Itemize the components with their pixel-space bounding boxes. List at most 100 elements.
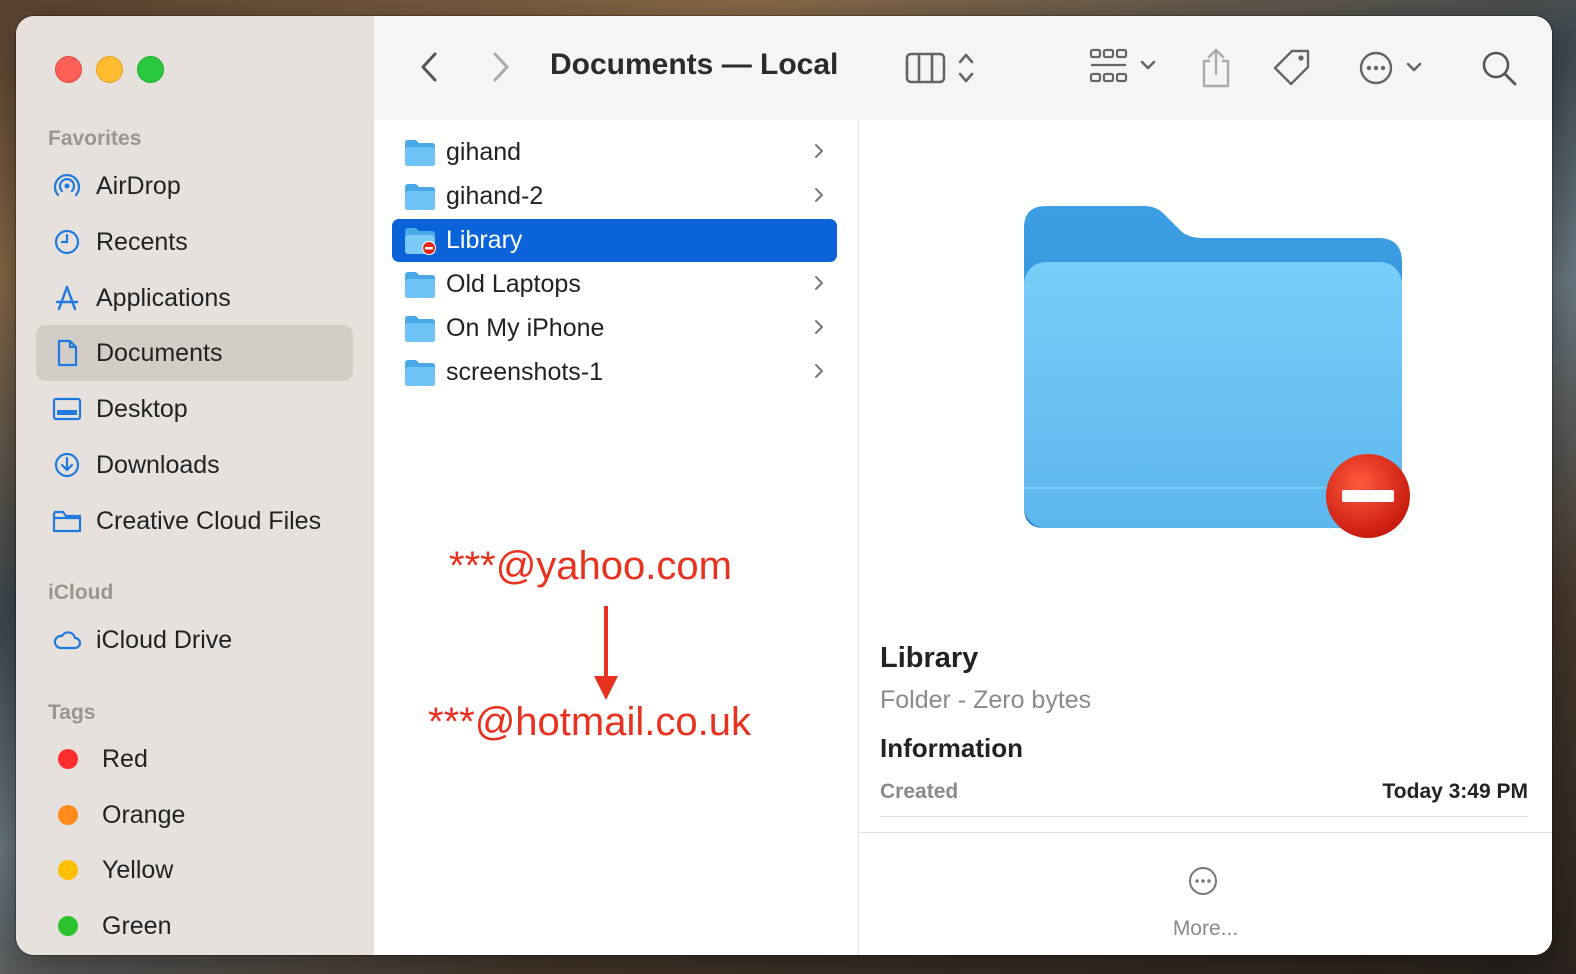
airdrop-icon xyxy=(52,171,82,201)
restricted-folder-icon xyxy=(404,227,436,255)
clock-icon xyxy=(52,227,82,257)
toolbar: Documents — Local xyxy=(374,16,1552,121)
file-name: gihand-2 xyxy=(446,182,544,210)
share-icon xyxy=(1202,48,1230,88)
file-row-gihand-2[interactable]: gihand-2 xyxy=(392,175,837,218)
sidebar-item-documents[interactable]: Documents xyxy=(36,325,353,381)
search-button[interactable] xyxy=(1479,48,1519,88)
file-name: Old Laptops xyxy=(446,270,581,298)
download-icon xyxy=(52,450,82,480)
file-row-gihand[interactable]: gihand xyxy=(392,131,837,174)
sidebar-item-label: Creative Cloud Files xyxy=(96,506,322,535)
chevron-right-icon xyxy=(815,320,823,334)
tag-color-dot xyxy=(58,805,78,825)
file-name: Library xyxy=(446,226,523,254)
sidebar: Favorites AirDrop Recents Applications D… xyxy=(16,16,375,955)
ellipsis-circle-icon[interactable] xyxy=(1187,865,1219,897)
share-button[interactable] xyxy=(1198,46,1234,90)
sidebar-item-label: Green xyxy=(102,911,172,940)
chevron-right-icon xyxy=(815,144,823,158)
preview-more-area: More... xyxy=(859,832,1552,955)
icloud-section-label: iCloud xyxy=(48,581,114,604)
info-value: Today 3:49 PM xyxy=(1382,780,1528,803)
file-name: screenshots-1 xyxy=(446,358,604,386)
sidebar-item-label: Documents xyxy=(96,338,223,367)
annotation-to-email: ***@hotmail.co.uk xyxy=(428,700,751,744)
forward-button[interactable] xyxy=(486,50,516,84)
tag-icon xyxy=(1273,49,1310,86)
finder-window: Favorites AirDrop Recents Applications D… xyxy=(16,16,1552,955)
sidebar-item-tag-green[interactable]: Green xyxy=(36,898,353,954)
grid-group-icon xyxy=(1089,48,1156,83)
folder-icon xyxy=(52,506,82,536)
sidebar-item-tag-orange[interactable]: Orange xyxy=(36,787,353,843)
folder-icon xyxy=(404,315,436,343)
folder-icon xyxy=(404,183,436,211)
large-restricted-folder-icon xyxy=(1024,206,1410,538)
more-button[interactable]: More... xyxy=(859,917,1552,941)
back-button[interactable] xyxy=(414,50,444,84)
sidebar-item-creative-cloud-files[interactable]: Creative Cloud Files xyxy=(36,493,353,549)
more-actions-button[interactable] xyxy=(1358,48,1428,88)
preview-item-name: Library xyxy=(880,642,979,674)
chevron-right-icon xyxy=(815,364,823,378)
window-controls xyxy=(55,56,164,83)
columns-view-icon xyxy=(905,52,974,84)
tag-color-dot xyxy=(58,749,78,769)
sidebar-item-label: Orange xyxy=(102,800,186,829)
favorites-section-label: Favorites xyxy=(48,127,142,150)
tags-section-label: Tags xyxy=(48,701,96,724)
desktop-icon xyxy=(52,394,82,424)
sidebar-item-label: Applications xyxy=(96,283,231,312)
view-mode-button[interactable] xyxy=(904,48,984,88)
tag-color-dot xyxy=(58,860,78,880)
sidebar-item-airdrop[interactable]: AirDrop xyxy=(36,158,353,214)
applications-icon xyxy=(52,283,82,313)
group-by-button[interactable] xyxy=(1088,46,1160,86)
file-row-library[interactable]: Library xyxy=(392,219,837,262)
folder-icon xyxy=(404,139,436,167)
sidebar-item-tag-red[interactable]: Red xyxy=(36,731,353,787)
sidebar-item-recents[interactable]: Recents xyxy=(36,214,353,270)
sidebar-item-label: AirDrop xyxy=(96,171,181,200)
window-title: Documents — Local xyxy=(550,48,839,81)
zoom-window-button[interactable] xyxy=(137,56,164,83)
sidebar-item-label: Downloads xyxy=(96,450,220,479)
file-column: gihand gihand-2 Library Old Laptops On M… xyxy=(374,120,859,955)
annotation-arrow-down-icon xyxy=(594,606,618,700)
preview-pane: Library Folder - Zero bytes Information … xyxy=(859,120,1552,955)
file-name: gihand xyxy=(446,138,522,166)
sidebar-item-icloud-drive[interactable]: iCloud Drive xyxy=(36,612,353,668)
chevron-right-icon xyxy=(493,52,509,82)
sidebar-item-label: iCloud Drive xyxy=(96,625,233,654)
file-row-screenshots-1[interactable]: screenshots-1 xyxy=(392,351,837,394)
chevron-left-icon xyxy=(421,52,437,82)
chevron-right-icon xyxy=(815,188,823,202)
sidebar-item-label: Yellow xyxy=(102,855,174,884)
sidebar-item-desktop[interactable]: Desktop xyxy=(36,381,353,437)
file-row-on-my-iphone[interactable]: On My iPhone xyxy=(392,307,837,350)
ellipsis-circle-icon xyxy=(1359,51,1422,85)
sidebar-item-label: Desktop xyxy=(96,394,188,423)
minimize-window-button[interactable] xyxy=(96,56,123,83)
document-icon xyxy=(52,338,82,368)
sidebar-item-label: Recents xyxy=(96,227,188,256)
sidebar-item-applications[interactable]: Applications xyxy=(36,270,353,326)
file-name: On My iPhone xyxy=(446,314,605,342)
preview-item-kind-size: Folder - Zero bytes xyxy=(880,686,1092,714)
file-row-old-laptops[interactable]: Old Laptops xyxy=(392,263,837,306)
tags-button[interactable] xyxy=(1272,48,1314,88)
folder-icon xyxy=(404,271,436,299)
information-heading: Information xyxy=(880,733,1023,763)
tag-color-dot xyxy=(58,916,78,936)
sidebar-item-label: Red xyxy=(102,744,148,773)
chevron-right-icon xyxy=(815,276,823,290)
sidebar-item-downloads[interactable]: Downloads xyxy=(36,437,353,493)
close-window-button[interactable] xyxy=(55,56,82,83)
annotation-from-email: ***@yahoo.com xyxy=(449,544,732,588)
search-icon xyxy=(1482,51,1517,86)
info-row-created: Created Today 3:49 PM xyxy=(880,780,1528,817)
folder-icon xyxy=(404,359,436,387)
sidebar-item-tag-yellow[interactable]: Yellow xyxy=(36,842,353,898)
info-label: Created xyxy=(880,780,959,803)
